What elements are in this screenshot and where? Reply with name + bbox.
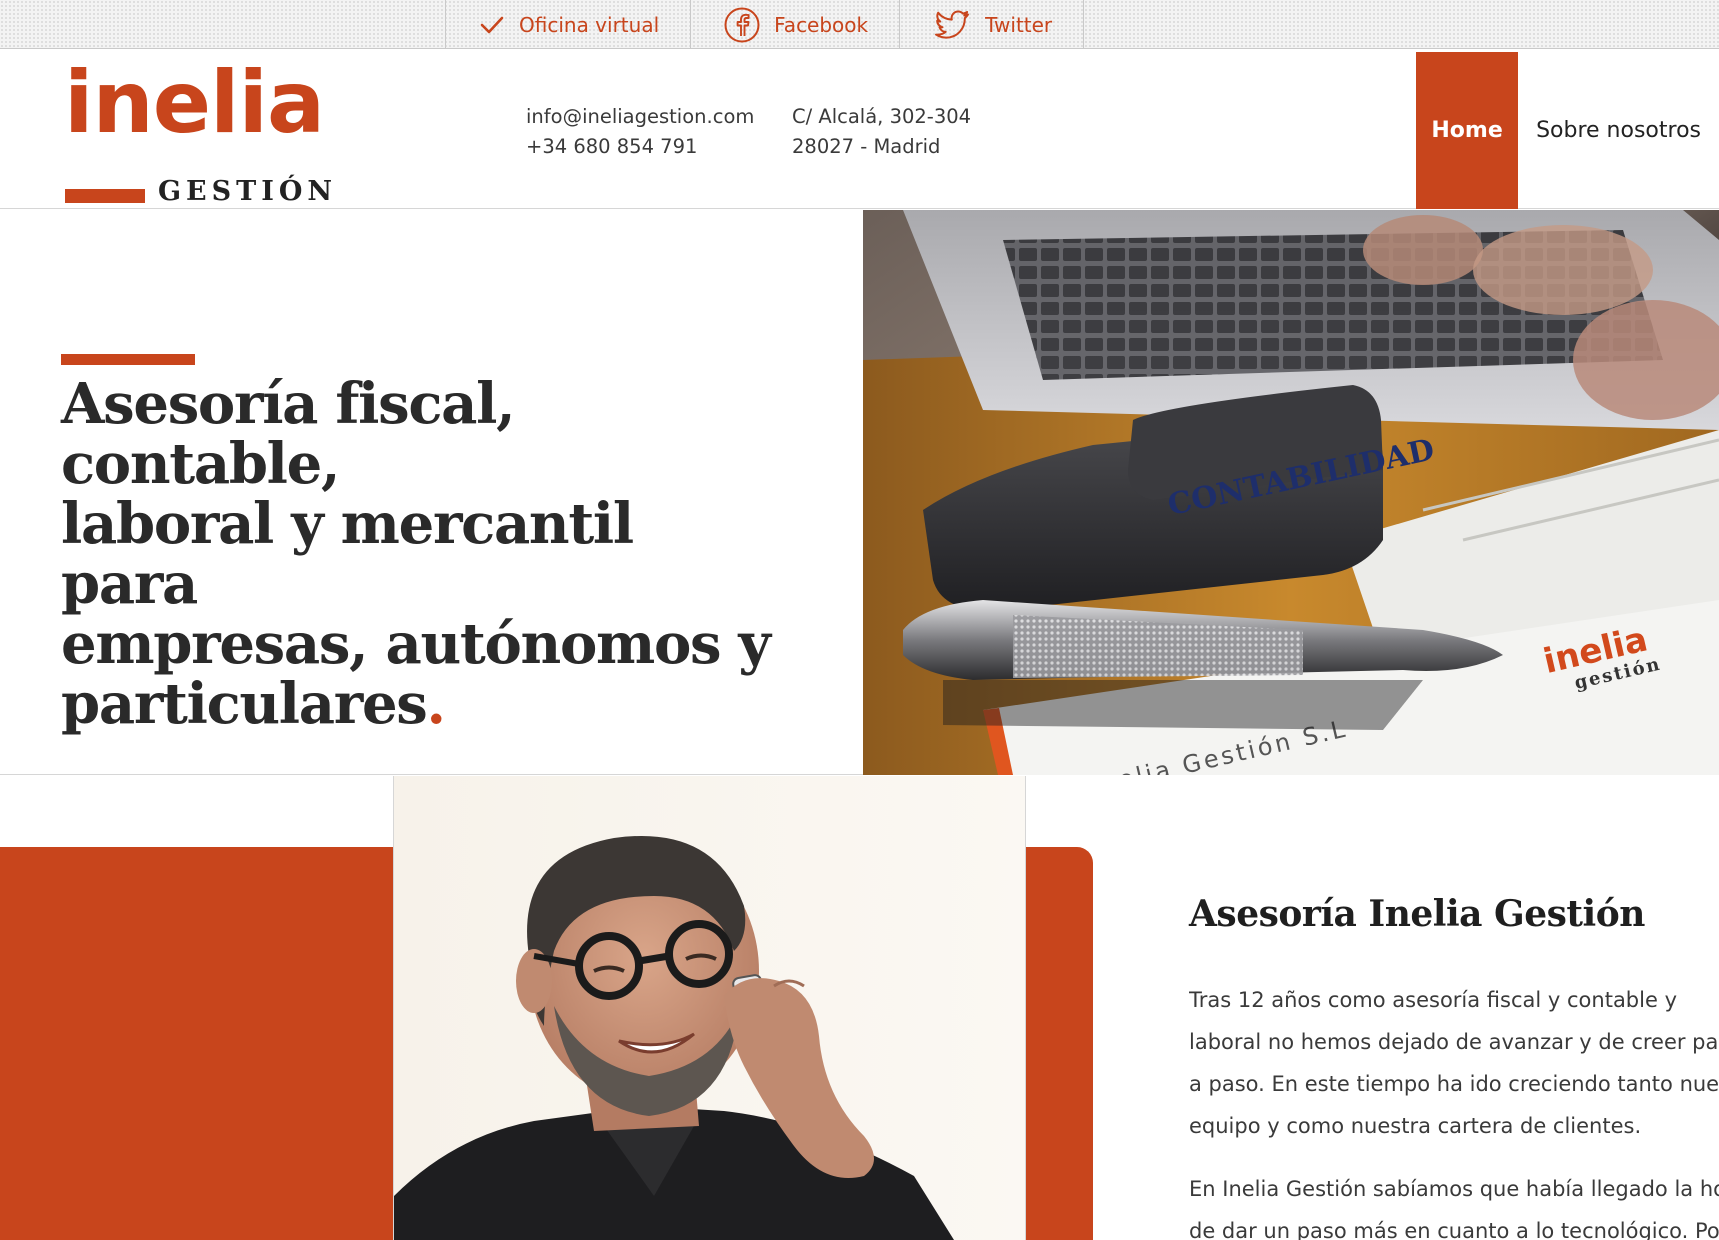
phone-link[interactable]: +34 680 854 791: [526, 132, 754, 162]
hero-accent-bar: [61, 354, 195, 365]
hero-title-line: particulares.: [61, 671, 446, 737]
paragraph-line: a paso. En este tiempo ha ido creciendo …: [1189, 1072, 1719, 1096]
site-header: inelia GESTIÓN info@ineliagestion.com +3…: [0, 50, 1719, 209]
twitter-icon: [933, 9, 971, 41]
paragraph-line: laboral no hemos dejado de avanzar y de …: [1189, 1030, 1719, 1054]
facebook-link[interactable]: Facebook: [690, 0, 899, 49]
accent-block-left: [0, 847, 395, 1240]
photo-man-on-phone: [393, 776, 1026, 1240]
email-link[interactable]: info@ineliagestion.com: [526, 102, 754, 132]
paragraph-line: de dar un paso más en cuanto a lo tecnol…: [1189, 1219, 1719, 1240]
address-info: C/ Alcalá, 302-304 28027 - Madrid: [792, 102, 971, 162]
hero-title-line: Asesoría fiscal, contable,: [61, 371, 516, 497]
twitter-link[interactable]: Twitter: [899, 0, 1085, 49]
hero-title-line: empresas, autónomos y: [61, 611, 771, 677]
nav-sobre-nosotros[interactable]: Sobre nosotros: [1518, 52, 1719, 209]
paragraph-line: equipo y como nuestra cartera de cliente…: [1189, 1114, 1642, 1138]
oficina-virtual-link[interactable]: Oficina virtual: [445, 0, 690, 49]
about-paragraph-1: Tras 12 años como asesoría fiscal y cont…: [1189, 979, 1719, 1147]
inelia-logo[interactable]: inelia GESTIÓN: [62, 60, 332, 205]
paragraph-line: Tras 12 años como asesoría fiscal y cont…: [1189, 988, 1677, 1012]
logo-subtitle: GESTIÓN: [158, 176, 338, 207]
top-utility-bar: Oficina virtual Facebook Twitter: [0, 0, 1719, 49]
about-heading: Asesoría Inelia Gestión: [1189, 893, 1645, 935]
paragraph-line: En Inelia Gestión sabíamos que había lle…: [1189, 1177, 1719, 1201]
nav-home[interactable]: Home: [1416, 52, 1519, 209]
check-icon: [479, 14, 505, 36]
about-paragraph-2: En Inelia Gestión sabíamos que había lle…: [1189, 1168, 1719, 1240]
top-links: Oficina virtual Facebook Twitter: [445, 0, 1085, 49]
logo-wordmark: inelia: [64, 53, 325, 153]
oficina-virtual-label: Oficina virtual: [519, 12, 660, 37]
hero-section: Asesoría fiscal, contable, laboral y mer…: [0, 210, 1719, 775]
logo-underline: [65, 189, 145, 203]
hero-image-office-desk: CONTABILIDAD Inelia Gestión S.L inelia g…: [863, 210, 1719, 775]
main-nav: Home Sobre nosotros: [1416, 52, 1719, 209]
hero-title-line: laboral y mercantil para: [61, 491, 634, 617]
about-section: Asesoría Inelia Gestión Tras 12 años com…: [0, 776, 1719, 1240]
facebook-label: Facebook: [774, 12, 869, 37]
hero-title: Asesoría fiscal, contable, laboral y mer…: [61, 374, 781, 734]
address-street: C/ Alcalá, 302-304: [792, 105, 972, 128]
address-city: 28027 - Madrid: [792, 135, 941, 158]
twitter-label: Twitter: [985, 12, 1053, 37]
facebook-icon: [724, 7, 760, 43]
contact-info: info@ineliagestion.com +34 680 854 791: [526, 102, 754, 162]
